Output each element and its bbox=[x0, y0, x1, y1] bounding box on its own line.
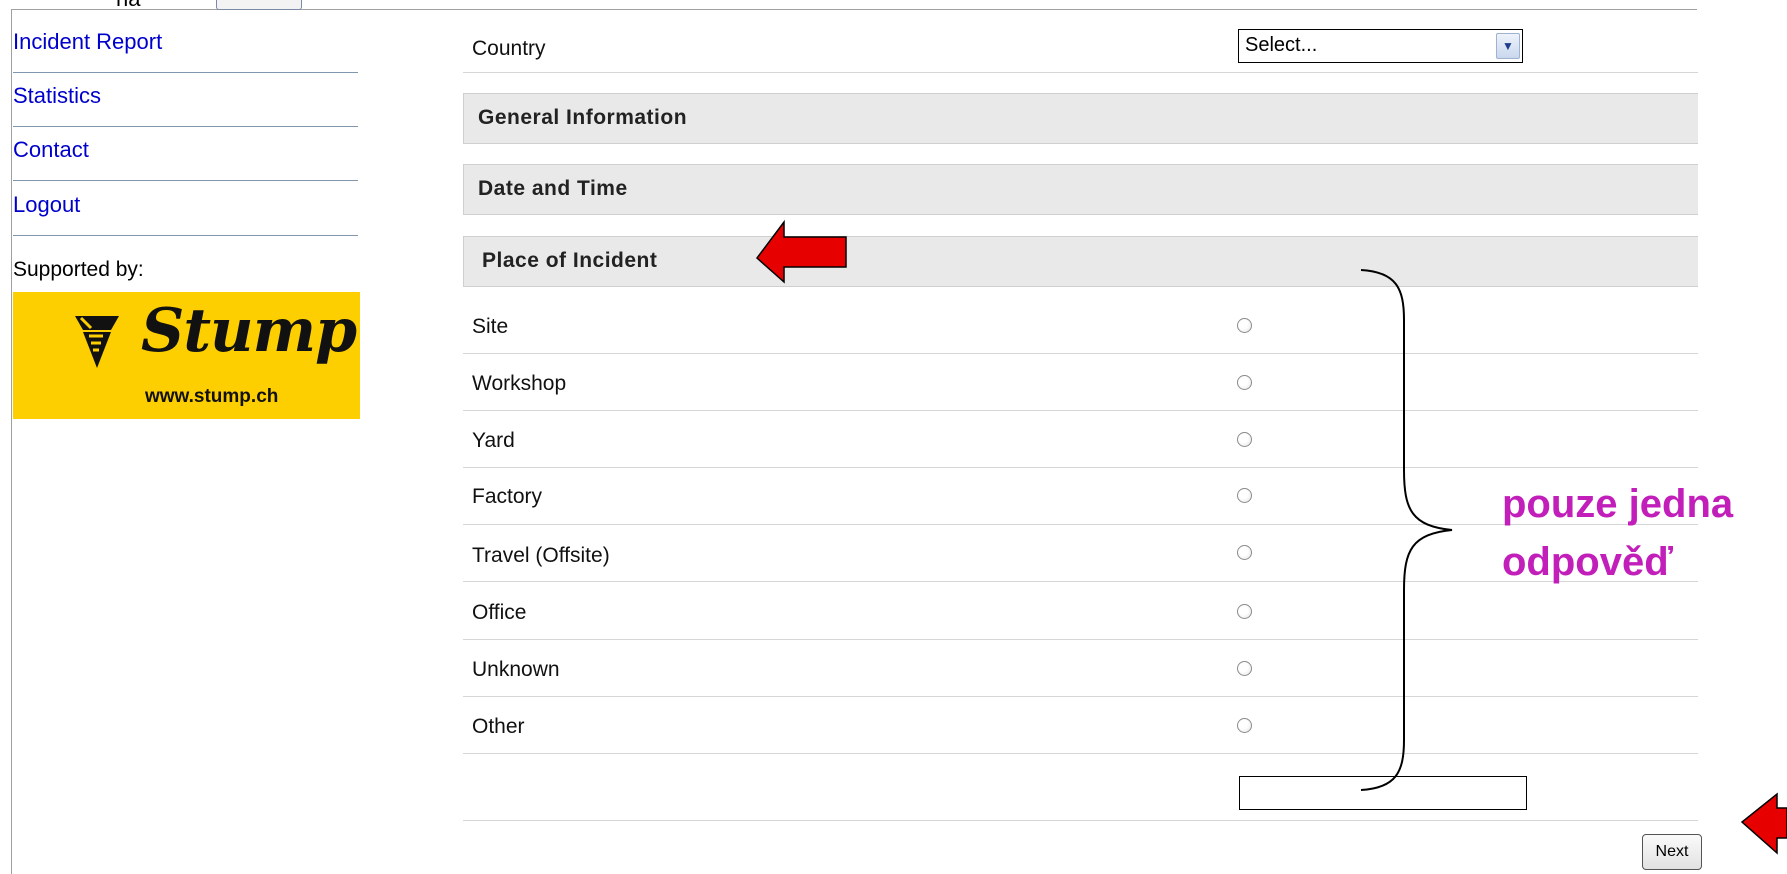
option-label-travel-offsite: Travel (Offsite) bbox=[472, 544, 610, 567]
top-cut-button[interactable] bbox=[216, 0, 302, 10]
sponsor-url: www.stump.ch bbox=[145, 386, 279, 407]
row-divider bbox=[463, 353, 1698, 354]
sidebar-link-logout[interactable]: Logout bbox=[13, 181, 358, 236]
country-select[interactable]: Select... ▼ bbox=[1238, 29, 1523, 63]
drill-icon bbox=[75, 316, 119, 368]
radio-travel-offsite[interactable] bbox=[1237, 545, 1252, 560]
annotation-line: odpověď bbox=[1502, 540, 1673, 584]
option-label-other: Other bbox=[472, 715, 525, 738]
sidebar-link-incident-report[interactable]: Incident Report bbox=[13, 18, 358, 73]
radio-unknown[interactable] bbox=[1237, 661, 1252, 676]
annotation-text: pouze jedna odpověď bbox=[1502, 475, 1733, 591]
radio-other[interactable] bbox=[1237, 718, 1252, 733]
row-divider bbox=[463, 410, 1698, 411]
row-divider bbox=[463, 467, 1698, 468]
annotation-line: pouze jedna bbox=[1502, 482, 1734, 526]
section-title: General Information bbox=[478, 106, 688, 129]
section-general-information[interactable]: General Information bbox=[463, 93, 1698, 144]
country-select-value: Select... bbox=[1245, 34, 1318, 56]
country-label: Country bbox=[472, 37, 546, 60]
curly-brace-icon bbox=[1360, 269, 1453, 791]
radio-factory[interactable] bbox=[1237, 488, 1252, 503]
section-place-of-incident[interactable]: Place of Incident bbox=[463, 236, 1698, 287]
supported-by-label: Supported by: bbox=[13, 258, 144, 281]
sponsor-name: Stump bbox=[141, 296, 357, 366]
radio-yard[interactable] bbox=[1237, 432, 1252, 447]
section-date-and-time[interactable]: Date and Time bbox=[463, 164, 1698, 215]
frame-left-border bbox=[11, 10, 12, 874]
option-label-factory: Factory bbox=[472, 485, 543, 508]
sidebar-link-contact[interactable]: Contact bbox=[13, 126, 358, 181]
option-label-office: Office bbox=[472, 601, 527, 624]
option-label-site: Site bbox=[472, 315, 509, 338]
other-text-input[interactable] bbox=[1239, 776, 1527, 810]
section-title: Date and Time bbox=[478, 177, 628, 200]
radio-workshop[interactable] bbox=[1237, 375, 1252, 390]
option-label-yard: Yard bbox=[472, 429, 515, 452]
row-divider bbox=[463, 639, 1698, 640]
section-title: Place of Incident bbox=[482, 249, 658, 272]
red-arrow-icon bbox=[1740, 792, 1787, 855]
row-divider bbox=[463, 696, 1698, 697]
option-label-unknown: Unknown bbox=[472, 658, 560, 681]
radio-office[interactable] bbox=[1237, 604, 1252, 619]
row-divider bbox=[463, 753, 1698, 754]
row-divider bbox=[463, 72, 1698, 73]
sidebar-link-statistics[interactable]: Statistics bbox=[13, 72, 358, 127]
row-divider bbox=[463, 820, 1698, 821]
chevron-down-icon[interactable]: ▼ bbox=[1496, 33, 1520, 59]
top-cut-text: na bbox=[116, 0, 140, 12]
sponsor-logo[interactable]: Stump www.stump.ch bbox=[13, 292, 360, 419]
option-label-workshop: Workshop bbox=[472, 372, 567, 395]
radio-site[interactable] bbox=[1237, 318, 1252, 333]
next-button[interactable]: Next bbox=[1642, 834, 1702, 870]
